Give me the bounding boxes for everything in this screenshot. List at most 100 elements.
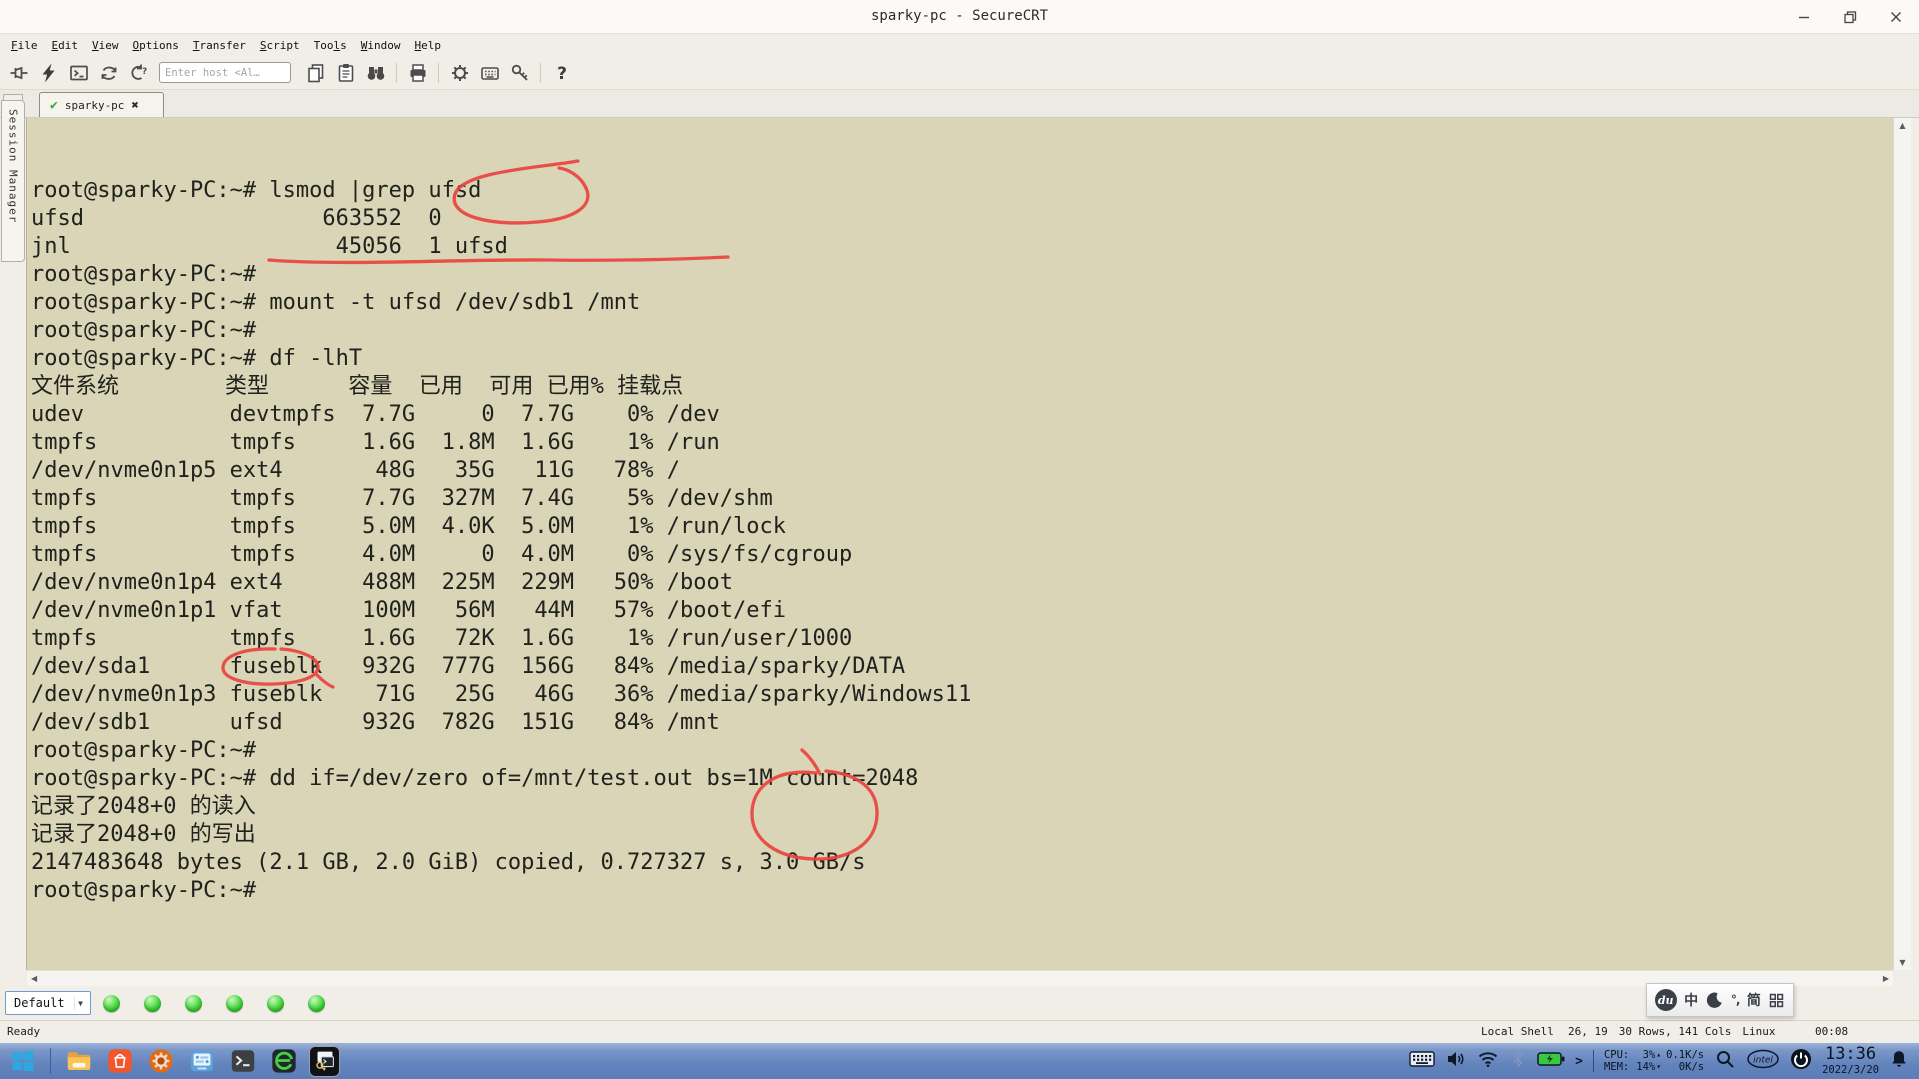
print-icon[interactable]	[404, 60, 431, 86]
status-led	[267, 995, 284, 1012]
main-area: root@sparky-PC:~# lsmod |grep ufsdufsd 6…	[0, 118, 1919, 970]
window-title: sparky-pc - SecureCRT	[871, 8, 1048, 24]
help-icon[interactable]: ?	[548, 60, 575, 86]
menu-edit[interactable]: Edit	[45, 37, 86, 54]
keymap-icon[interactable]	[476, 60, 503, 86]
menu-file[interactable]: File	[4, 37, 45, 54]
cpu-value: 3%	[1629, 1049, 1655, 1061]
tab-bar: ✔ sparky-pc ✖	[0, 90, 1919, 118]
menu-help[interactable]: Help	[407, 37, 448, 54]
download-rate: 0K/s	[1662, 1061, 1704, 1073]
scroll-left-icon[interactable]: ◀	[31, 974, 37, 983]
taskbar-app-start[interactable]	[7, 1046, 38, 1077]
toolbar-separator	[438, 63, 439, 83]
status-led	[103, 995, 120, 1012]
session-tab[interactable]: ✔ sparky-pc ✖	[39, 92, 164, 117]
terminal-line: root@sparky-PC:~#	[31, 317, 1893, 345]
connect-in-tab-icon[interactable]	[65, 60, 92, 86]
intel-badge-icon: intel	[1746, 1049, 1780, 1073]
volume-icon[interactable]	[1445, 1048, 1467, 1074]
key-icon[interactable]	[506, 60, 533, 86]
system-tray: > CPU:3%▴0.1K/s MEM:14%▾0K/s intel 13:36…	[1409, 1046, 1919, 1076]
securecrt-window: sparky-pc - SecureCRT FileEditViewOption…	[0, 0, 1919, 1079]
minimize-button[interactable]	[1781, 0, 1827, 34]
chinese-mode-icon[interactable]: 中	[1684, 990, 1698, 1010]
system-monitor[interactable]: CPU:3%▴0.1K/s MEM:14%▾0K/s	[1604, 1049, 1704, 1073]
terminal-line: /dev/sda1 fuseblk 932G 777G 156G 84% /me…	[31, 653, 1893, 681]
copy-icon[interactable]	[302, 60, 329, 86]
menu-bar: FileEditViewOptionsTransferScriptToolsWi…	[0, 34, 1919, 56]
ime-toolbar: du 中 °, 简	[1646, 983, 1794, 1017]
maximize-restore-button[interactable]	[1827, 0, 1873, 34]
disconnect-icon[interactable]: ?	[125, 60, 152, 86]
tray-expand-icon[interactable]: >	[1575, 1054, 1583, 1069]
session-manager-tab[interactable]: Session Manager	[1, 100, 25, 262]
menu-tools[interactable]: Tools	[307, 37, 354, 54]
button-bar: Default ▼	[0, 986, 1919, 1020]
taskbar-app-file-manager[interactable]	[63, 1046, 94, 1077]
terminal-line: tmpfs tmpfs 5.0M 4.0K 5.0M 1% /run/lock	[31, 513, 1893, 541]
taskbar-app-terminal[interactable]	[227, 1046, 258, 1077]
status-shell-type: Local Shell	[1481, 1025, 1554, 1038]
taskbar-separator	[50, 1048, 51, 1074]
menu-window[interactable]: Window	[354, 37, 408, 54]
status-led	[185, 995, 202, 1012]
baidu-ime-logo-icon[interactable]: du	[1655, 989, 1677, 1011]
terminal-line: jnl 45056 1 ufsd	[31, 233, 1893, 261]
taskbar-app-browser[interactable]	[268, 1046, 299, 1077]
terminal-line: ufsd 663552 0	[31, 205, 1893, 233]
keymap-profile-select[interactable]: Default ▼	[5, 991, 91, 1015]
virtual-keyboard-grid-icon[interactable]	[1768, 992, 1785, 1009]
tab-close-icon[interactable]: ✖	[131, 98, 138, 112]
horizontal-scrollbar[interactable]: ◀ ▶	[27, 970, 1893, 986]
mem-value: 14%	[1629, 1061, 1655, 1073]
terminal-line: tmpfs tmpfs 1.6G 1.8M 1.6G 1% /run	[31, 429, 1893, 457]
notification-bell-icon[interactable]	[1889, 1048, 1909, 1074]
keyboard-layout-icon[interactable]	[1409, 1050, 1435, 1072]
quick-connect-host-input[interactable]	[159, 62, 291, 83]
terminal-line: tmpfs tmpfs 7.7G 327M 7.4G 5% /dev/shm	[31, 485, 1893, 513]
terminal-output: root@sparky-PC:~# lsmod |grep ufsdufsd 6…	[31, 177, 1893, 905]
terminal-size: 30 Rows, 141 Cols	[1619, 1025, 1732, 1038]
clock-time: 13:36	[1822, 1046, 1879, 1063]
window-controls	[1781, 0, 1919, 34]
connect-icon[interactable]	[5, 60, 32, 86]
terminal-line: root@sparky-PC:~# dd if=/dev/zero of=/mn…	[31, 765, 1893, 793]
taskbar-app-settings[interactable]	[145, 1046, 176, 1077]
svg-text:?: ?	[557, 64, 567, 84]
terminal-screen[interactable]: root@sparky-PC:~# lsmod |grep ufsdufsd 6…	[27, 118, 1893, 970]
punctuation-mode-icon[interactable]: °,	[1731, 993, 1740, 1007]
scroll-right-icon[interactable]: ▶	[1883, 974, 1889, 983]
quick-connect-icon[interactable]	[35, 60, 62, 86]
scroll-up-icon[interactable]: ▲	[1899, 121, 1905, 130]
taskbar-app-control-center[interactable]	[186, 1046, 217, 1077]
bluetooth-icon[interactable]	[1509, 1048, 1527, 1074]
terminal-line: root@sparky-PC:~#	[31, 877, 1893, 905]
vertical-scrollbar[interactable]: ▲ ▼	[1893, 118, 1911, 970]
terminal-line: 记录了2048+0 的读入	[31, 793, 1893, 821]
terminal-line: root@sparky-PC:~# lsmod |grep ufsd	[31, 177, 1893, 205]
night-mode-moon-icon[interactable]	[1706, 991, 1724, 1009]
menu-view[interactable]: View	[85, 37, 126, 54]
close-button[interactable]	[1873, 0, 1919, 34]
paste-icon[interactable]	[332, 60, 359, 86]
wifi-icon[interactable]	[1477, 1048, 1499, 1074]
menu-script[interactable]: Script	[253, 37, 307, 54]
terminal-line: /dev/sdb1 ufsd 932G 782G 151G 84% /mnt	[31, 709, 1893, 737]
taskbar-app-app-store[interactable]	[104, 1046, 135, 1077]
find-icon[interactable]	[362, 60, 389, 86]
menu-options[interactable]: Options	[126, 37, 186, 54]
menu-transfer[interactable]: Transfer	[186, 37, 253, 54]
toolbar-separator	[396, 63, 397, 83]
scroll-down-icon[interactable]: ▼	[1899, 958, 1905, 967]
simplified-chinese-icon[interactable]: 简	[1747, 990, 1761, 1010]
cursor-position: 26, 19	[1568, 1025, 1608, 1038]
reconnect-icon[interactable]	[95, 60, 122, 86]
power-icon[interactable]	[1790, 1048, 1812, 1074]
battery-icon[interactable]	[1537, 1051, 1565, 1071]
status-ready: Ready	[7, 1025, 40, 1038]
taskbar-app-securecrt[interactable]	[309, 1046, 340, 1077]
clock[interactable]: 13:36 2022/3/20	[1822, 1046, 1879, 1076]
search-icon[interactable]	[1714, 1048, 1736, 1074]
options-gear-icon[interactable]	[446, 60, 473, 86]
